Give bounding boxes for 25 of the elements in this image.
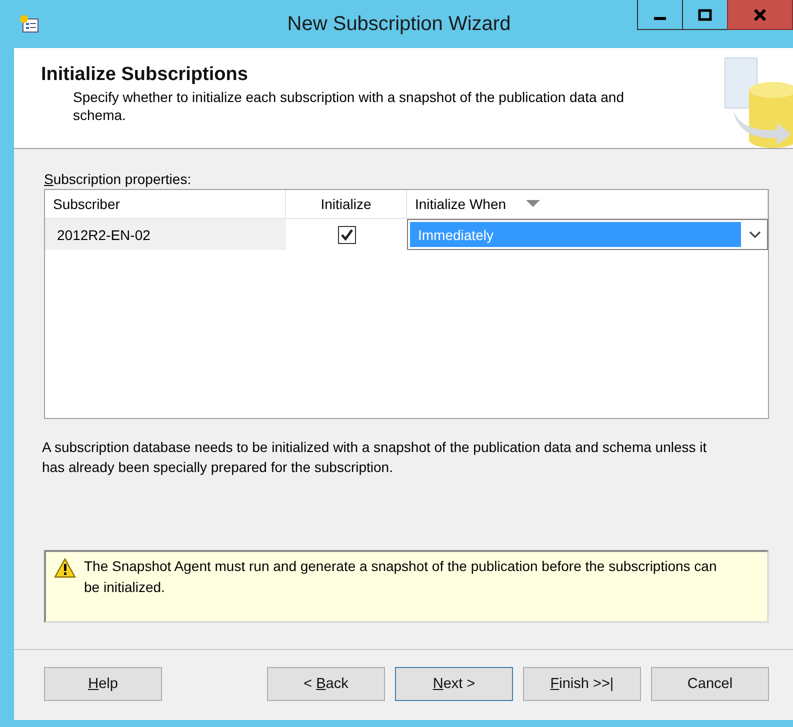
column-header[interactable]: Initialize: [286, 190, 407, 219]
column-header[interactable]: Initialize When: [407, 190, 768, 219]
chevron-down-icon: [749, 230, 761, 238]
close-icon: [753, 8, 767, 22]
column-header[interactable]: Subscriber: [45, 190, 286, 219]
maximize-icon: [698, 8, 712, 22]
wizard-button[interactable]: Help: [44, 667, 162, 701]
warning-icon: [54, 558, 76, 578]
close-button[interactable]: [727, 0, 793, 30]
minimize-button[interactable]: [637, 0, 683, 30]
description-text: A subscription database needs to be initialized with a snapshot of the publication data and schema unless it has already been specially prepared for the subscription.: [42, 438, 708, 477]
subscriber-cell: 2012R2-EN-02: [45, 219, 286, 250]
window-title: New Subscription Wizard: [286, 12, 512, 36]
subscription-properties-label: Subscription properties:: [44, 171, 192, 187]
wizard-button[interactable]: < Back: [267, 667, 385, 701]
page-description: Specify whether to initialize each subscription with a snapshot of the publication data and schema.: [72, 88, 626, 124]
wizard-button[interactable]: Next >: [395, 667, 513, 701]
wizard-button[interactable]: Finish >>|: [523, 667, 641, 701]
page-title: Initialize Subscriptions: [41, 64, 249, 86]
initialize-checkbox[interactable]: [338, 226, 356, 244]
warning-text: The Snapshot Agent must run and generate a snapshot of the publication before the subscriptions can be initialized.: [84, 557, 718, 597]
window-icon: [18, 13, 40, 35]
wizard-button[interactable]: Cancel: [651, 667, 769, 701]
minimize-icon: [654, 17, 666, 20]
sort-arrow-icon: [526, 200, 540, 208]
